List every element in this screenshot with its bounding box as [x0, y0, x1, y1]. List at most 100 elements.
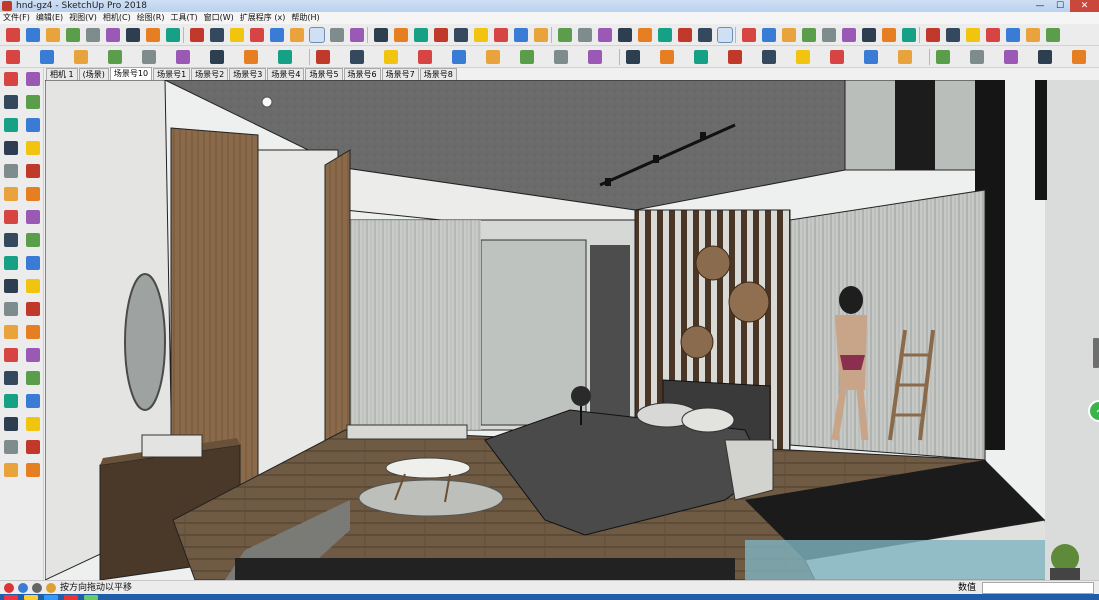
left-styles-icon[interactable] [4, 348, 18, 362]
drape-icon[interactable] [966, 28, 980, 42]
menu-tools[interactable]: 工具(T) [168, 12, 201, 24]
menu-camera[interactable]: 相机(C) [100, 12, 134, 24]
left-orbit-icon[interactable] [26, 233, 40, 247]
right-view-icon[interactable] [698, 28, 712, 42]
shape-bender-icon[interactable] [452, 50, 466, 64]
extension-warehouse-icon[interactable] [414, 28, 428, 42]
doors-icon[interactable] [830, 50, 844, 64]
menu-help[interactable]: 帮助(H) [288, 12, 322, 24]
shaded-icon[interactable] [822, 28, 836, 42]
menu-extensions[interactable]: 扩展程序 (x) [237, 12, 289, 24]
sandbox-scratch-icon[interactable] [902, 28, 916, 42]
stamp-icon[interactable] [946, 28, 960, 42]
material-replacer-icon[interactable] [660, 50, 674, 64]
offset-icon[interactable] [190, 28, 204, 42]
menu-view[interactable]: 视图(V) [66, 12, 100, 24]
fredo-scale-icon[interactable] [520, 50, 534, 64]
left-paint-icon[interactable] [26, 72, 40, 86]
trim-icon[interactable] [176, 50, 190, 64]
styles-icon[interactable] [434, 28, 448, 42]
tape-measure-icon[interactable] [210, 28, 224, 42]
roof-icon[interactable] [762, 50, 776, 64]
split-icon[interactable] [210, 50, 224, 64]
profile-builder-icon[interactable] [694, 50, 708, 64]
minimize-button[interactable]: — [1030, 0, 1050, 12]
left-section-icon[interactable] [4, 233, 18, 247]
left-offset-icon[interactable] [26, 141, 40, 155]
side-panel-handle[interactable] [1093, 338, 1099, 368]
3d-text-icon[interactable] [558, 28, 572, 42]
left-push-pull-icon[interactable] [4, 72, 18, 86]
tools-on-surface-icon[interactable] [588, 50, 602, 64]
zoom-extents-icon[interactable] [330, 28, 344, 42]
scale-icon[interactable] [166, 28, 180, 42]
left-line-icon[interactable] [26, 118, 40, 132]
extrude-icon[interactable] [418, 50, 432, 64]
outer-shell-icon[interactable] [244, 50, 258, 64]
left-layers-icon[interactable] [26, 325, 40, 339]
x-ray-icon[interactable] [762, 28, 776, 42]
group-icon[interactable] [374, 28, 388, 42]
top-view-icon[interactable] [658, 28, 672, 42]
left-export-icon[interactable] [26, 440, 40, 454]
left-position-icon[interactable] [4, 302, 18, 316]
tab-scene-4[interactable]: 场景号4 [267, 68, 305, 80]
left-instructor-icon[interactable] [26, 417, 40, 431]
bezier-icon[interactable] [350, 50, 364, 64]
tab-scene-label[interactable]: (场景) [78, 68, 109, 80]
follow-me-icon[interactable] [40, 50, 54, 64]
left-eraser-icon[interactable] [4, 141, 18, 155]
left-protractor-icon[interactable] [4, 210, 18, 224]
tab-scene-2[interactable]: 场景号2 [191, 68, 229, 80]
geo-location-icon[interactable] [4, 583, 14, 593]
left-outliner-icon[interactable] [26, 394, 40, 408]
hidden-line-icon[interactable] [802, 28, 816, 42]
display-section-icon[interactable] [474, 28, 488, 42]
model-viewport[interactable] [45, 80, 1099, 580]
move-tool-icon[interactable] [6, 50, 20, 64]
push-pull-icon[interactable] [106, 28, 120, 42]
lights-icon[interactable] [1038, 50, 1052, 64]
subtract-icon[interactable] [142, 50, 156, 64]
sandbox-contours-icon[interactable] [882, 28, 896, 42]
tab-scene-6[interactable]: 场景号6 [343, 68, 381, 80]
randomizer-icon[interactable] [626, 50, 640, 64]
component-icon[interactable] [350, 28, 364, 42]
render-icon[interactable] [970, 50, 984, 64]
left-view-icon[interactable] [742, 28, 756, 42]
left-dimension-icon[interactable] [4, 187, 18, 201]
tab-scene-5[interactable]: 场景号5 [305, 68, 343, 80]
axes-icon[interactable] [494, 28, 508, 42]
dimensions-icon[interactable] [514, 28, 528, 42]
tab-scene-1[interactable]: 场景号1 [153, 68, 191, 80]
tab-camera-1[interactable]: 相机 1 [46, 68, 78, 80]
back-view-icon[interactable] [717, 27, 733, 43]
interactive-render-icon[interactable] [1004, 50, 1018, 64]
joint-push-pull-icon[interactable] [486, 50, 500, 64]
left-select-icon[interactable] [26, 302, 40, 316]
left-print-icon[interactable] [26, 463, 40, 477]
section-plane-icon[interactable] [454, 28, 468, 42]
move-icon[interactable] [126, 28, 140, 42]
add-detail-icon[interactable] [986, 28, 1000, 42]
sketchup-task-icon[interactable] [64, 595, 78, 600]
curviloft-icon[interactable] [554, 50, 568, 64]
menu-edit[interactable]: 编辑(E) [33, 12, 66, 24]
smoove-icon[interactable] [926, 28, 940, 42]
left-text-icon[interactable] [26, 187, 40, 201]
left-entity-icon[interactable] [4, 417, 18, 431]
shape-icon[interactable] [86, 28, 100, 42]
layers-icon[interactable] [1026, 28, 1040, 42]
arc-icon[interactable] [66, 28, 80, 42]
render-settings-icon[interactable] [936, 50, 950, 64]
menu-draw[interactable]: 绘图(R) [134, 12, 168, 24]
pan-icon[interactable] [290, 28, 304, 42]
left-axes-icon[interactable] [26, 210, 40, 224]
shaded-textures-icon[interactable] [842, 28, 856, 42]
tab-scene-7[interactable]: 场景号7 [381, 68, 419, 80]
position-camera-icon[interactable] [618, 28, 632, 42]
iso-view-icon[interactable] [638, 28, 652, 42]
left-import-icon[interactable] [4, 463, 18, 477]
tab-scene-10[interactable]: 场景号10 [109, 67, 153, 80]
credits-icon[interactable] [18, 583, 28, 593]
